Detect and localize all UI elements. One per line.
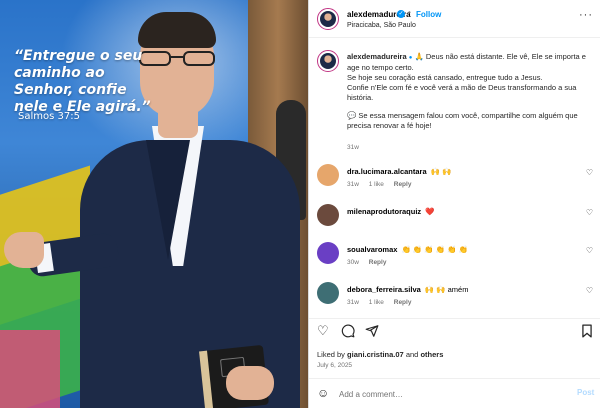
commenter-username[interactable]: milenaprodutoraquiz [347, 207, 421, 216]
caption-text: alexdemadureira ● 🙏 Deus não está distan… [347, 52, 587, 131]
share-icon[interactable] [365, 324, 379, 341]
heart-icon[interactable]: ♡ [317, 324, 329, 338]
bookmark-icon[interactable] [581, 324, 593, 341]
commenter-avatar[interactable] [317, 282, 339, 304]
separator-dot: • [408, 8, 411, 17]
comment-meta: 31w 1 like Reply [347, 181, 419, 188]
more-options-icon[interactable]: ··· [579, 9, 593, 21]
comment-like-heart-icon[interactable]: ♡ [586, 208, 593, 217]
man-hair [138, 12, 216, 48]
quote-open-mark: “ [14, 48, 24, 64]
comment-item: milenaprodutoraquiz ❤️ ♡ [309, 204, 600, 242]
author-avatar[interactable] [317, 8, 339, 30]
comment-line: soualvaromax 👏 👏 👏 👏 👏 👏 [347, 245, 468, 254]
caption-username[interactable]: alexdemadureira [347, 52, 407, 61]
quote-body: Entregue o seu caminho ao Senhor, confie… [14, 48, 143, 115]
comment-item: debora_ferreira.silva 🙌 🙌 amém 31w 1 like… [309, 282, 600, 320]
comment-text: 🙌 🙌 [430, 167, 452, 176]
comment-text: ❤️ [425, 207, 435, 216]
commenter-avatar[interactable] [317, 164, 339, 186]
comment-text: 👏 👏 👏 👏 👏 👏 [401, 245, 468, 254]
comment-like-heart-icon[interactable]: ♡ [586, 246, 593, 255]
commenter-username[interactable]: soualvaromax [347, 245, 397, 254]
comment-input[interactable] [339, 386, 559, 402]
commenter-avatar[interactable] [317, 242, 339, 264]
caption-line-4: 💬 Se essa mensagem falou com você, compa… [347, 111, 578, 130]
comment-time[interactable]: 30w [347, 259, 359, 266]
verse-reference: Salmos 37:5 [18, 111, 80, 122]
commenter-username[interactable]: dra.lucimara.alcantara [347, 167, 427, 176]
commenter-username[interactable]: debora_ferreira.silva [347, 285, 421, 294]
likes-conj: and [405, 350, 419, 359]
comment-item: soualvaromax 👏 👏 👏 👏 👏 👏 30w Reply ♡ [309, 242, 600, 280]
praying-hands-emoji: 🙏 [414, 52, 424, 61]
action-bar: ♡ [309, 318, 600, 344]
glasses-lens-right [183, 51, 215, 66]
reply-button[interactable]: Reply [394, 299, 412, 306]
post-side-panel: alexdemadureira ✓ • Follow Piracicaba, S… [308, 0, 600, 408]
quote-close-mark: ” [141, 99, 151, 115]
liked-by-others[interactable]: others [420, 350, 443, 359]
post-photo[interactable]: “Entregue o seu caminho ao Senhor, confi… [0, 0, 308, 408]
post-header: alexdemadureira ✓ • Follow Piracicaba, S… [309, 0, 600, 38]
verified-badge-icon: ✓ [397, 10, 405, 18]
liked-by-user[interactable]: giani.cristina.07 [347, 350, 404, 359]
comment-line: debora_ferreira.silva 🙌 🙌 amém [347, 285, 468, 294]
open-hand [4, 232, 44, 268]
hand-holding-bible [226, 366, 274, 400]
post-date[interactable]: July 6, 2025 [317, 362, 352, 369]
glasses-bridge [171, 56, 183, 58]
comment-line: milenaprodutoraquiz ❤️ [347, 207, 435, 216]
avatar-image [320, 53, 336, 69]
comment-icon[interactable] [341, 324, 355, 341]
comment-line: dra.lucimara.alcantara 🙌 🙌 [347, 167, 451, 176]
likes-summary: Liked by giani.cristina.07 and others [317, 350, 443, 359]
post-location[interactable]: Piracicaba, São Paulo [347, 22, 416, 29]
caption-avatar[interactable] [317, 50, 339, 72]
caption-block: alexdemadureira ● 🙏 Deus não está distan… [309, 48, 600, 156]
comment-time[interactable]: 31w [347, 181, 359, 188]
pink-stripe [0, 330, 60, 408]
instagram-post-view: “Entregue o seu caminho ao Senhor, confi… [0, 0, 600, 408]
likes-prefix: Liked by [317, 350, 345, 359]
caption-line-3: Confie n'Ele com fé e você verá a mão de… [347, 83, 577, 102]
avatar-image [320, 11, 336, 27]
reply-button[interactable]: Reply [369, 259, 387, 266]
comment-text: 🙌 🙌 amém [424, 285, 469, 294]
caption-timestamp[interactable]: 31w [347, 144, 359, 151]
comment-likes[interactable]: 1 like [369, 181, 384, 188]
follow-button[interactable]: Follow [416, 10, 441, 19]
commenter-avatar[interactable] [317, 204, 339, 226]
verified-badge-icon: ● [408, 55, 413, 61]
reply-button[interactable]: Reply [394, 181, 412, 188]
comment-time[interactable]: 31w [347, 299, 359, 306]
post-comment-button[interactable]: Post [577, 388, 594, 397]
comment-item: dra.lucimara.alcantara 🙌 🙌 31w 1 like Rep… [309, 164, 600, 202]
comment-bar: ☺ Post [309, 378, 600, 408]
comment-meta: 31w 1 like Reply [347, 299, 419, 306]
quote-text: “Entregue o seu caminho ao Senhor, confi… [14, 48, 154, 116]
smiley-icon[interactable]: ☺ [317, 386, 329, 400]
caption-line-2: Se hoje seu coração está cansado, entreg… [347, 73, 543, 82]
comment-like-heart-icon[interactable]: ♡ [586, 286, 593, 295]
comment-like-heart-icon[interactable]: ♡ [586, 168, 593, 177]
comment-meta: 30w Reply [347, 259, 394, 266]
comment-likes[interactable]: 1 like [369, 299, 384, 306]
man-lapel [146, 140, 190, 260]
